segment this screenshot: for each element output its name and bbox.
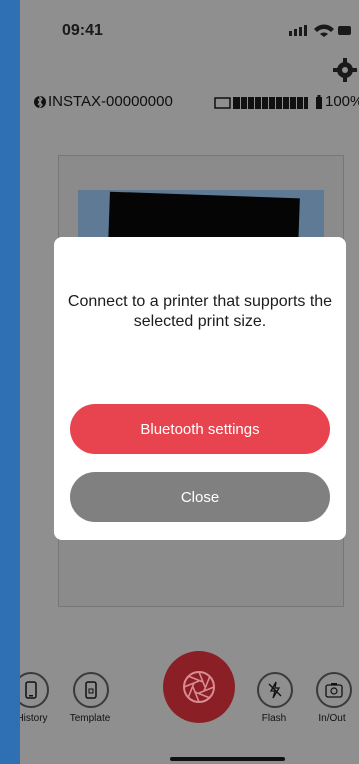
bluetooth-settings-button[interactable]: Bluetooth settings [70, 404, 330, 454]
template-button[interactable] [73, 672, 109, 708]
in-out-label: In/Out [318, 713, 346, 724]
settings-button[interactable] [333, 58, 357, 87]
dialog-message: Connect to a printer that supports the s… [67, 293, 333, 330]
battery-icon [315, 95, 323, 114]
aperture-icon [183, 671, 215, 703]
battery-percentage: 100% [325, 93, 359, 110]
printer-name: INSTAX-00000000 [48, 93, 173, 110]
template-label: Template [69, 713, 111, 724]
print-shutter-button[interactable] [163, 651, 235, 723]
close-button[interactable]: Close [70, 472, 330, 522]
history-label: History [20, 713, 48, 724]
camera-switch-icon [325, 683, 343, 698]
bluetooth-icon [34, 95, 46, 114]
in-out-button[interactable] [316, 672, 352, 708]
template-icon [85, 681, 97, 699]
film-remaining-bars [233, 96, 308, 114]
status-bar: 09:41 [20, 0, 359, 46]
signal-wifi-battery-icon [289, 24, 351, 37]
window-edge [0, 0, 20, 764]
gear-icon [333, 58, 357, 82]
home-indicator [170, 757, 285, 761]
flash-icon [268, 681, 282, 699]
app-frame: 09:41 INSTAX-00000000 100 History Templa… [0, 0, 359, 764]
toolbar [20, 46, 359, 90]
status-icons [287, 22, 353, 38]
printer-connect-dialog: Connect to a printer that supports the s… [54, 237, 346, 540]
film-size-icon [214, 96, 231, 114]
history-icon [25, 681, 37, 699]
flash-button[interactable] [257, 672, 293, 708]
flash-label: Flash [261, 713, 287, 724]
status-time: 09:41 [62, 22, 103, 39]
